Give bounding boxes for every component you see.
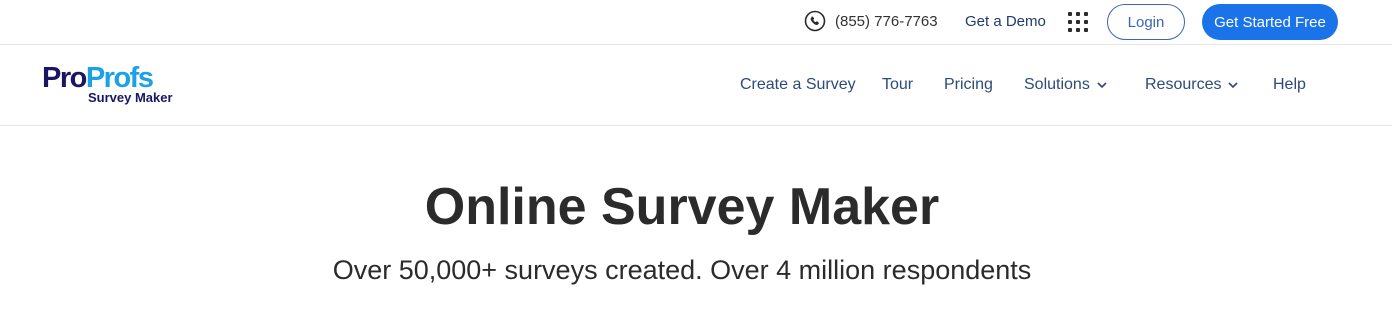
phone-link[interactable]: (855) 776-7763 xyxy=(804,10,938,32)
top-utility-bar: (855) 776-7763 Get a Demo Login Get Star… xyxy=(0,0,1392,45)
nav-tour[interactable]: Tour xyxy=(882,76,913,94)
nav-pricing[interactable]: Pricing xyxy=(944,76,993,94)
hero-title: Online Survey Maker xyxy=(424,178,940,236)
chevron-down-icon xyxy=(1227,79,1239,91)
chevron-down-icon xyxy=(1096,79,1108,91)
apps-grid-icon[interactable] xyxy=(1068,12,1088,32)
get-a-demo-link[interactable]: Get a Demo xyxy=(965,13,1046,30)
phone-number: (855) 776-7763 xyxy=(835,12,938,30)
nav-help[interactable]: Help xyxy=(1273,76,1306,94)
proprofs-logo[interactable]: ProProfs Survey Maker xyxy=(42,61,184,109)
phone-icon xyxy=(804,10,826,32)
hero-subtitle: Over 50,000+ surveys created. Over 4 mil… xyxy=(332,255,1032,285)
main-navbar: ProProfs Survey Maker Create a Survey To… xyxy=(0,45,1392,126)
nav-solutions[interactable]: Solutions xyxy=(1024,76,1108,94)
logo-product-name: Survey Maker xyxy=(88,90,173,105)
nav-resources[interactable]: Resources xyxy=(1145,76,1239,94)
login-button[interactable]: Login xyxy=(1107,4,1185,40)
nav-create-a-survey[interactable]: Create a Survey xyxy=(740,76,856,94)
get-started-free-button[interactable]: Get Started Free xyxy=(1202,4,1338,40)
